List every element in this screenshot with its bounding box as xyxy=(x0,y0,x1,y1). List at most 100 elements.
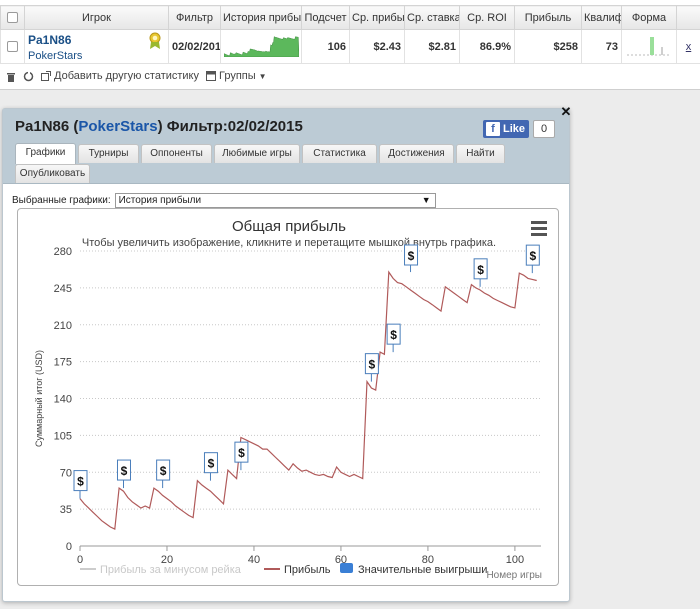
graph-selector-row: Выбранные графики: История прибыли ▼ xyxy=(12,193,436,208)
y-axis-label: Суммарный итог (USD) xyxy=(34,350,44,447)
y-tick-label: 175 xyxy=(54,357,72,369)
header-avg-roi[interactable]: Ср. ROI xyxy=(459,5,515,30)
y-tick-label: 105 xyxy=(54,430,72,442)
header-filter[interactable]: Фильтр xyxy=(168,5,221,30)
dropdown-arrow-icon: ▼ xyxy=(421,195,431,205)
big-win-flag[interactable]: $ xyxy=(203,452,218,481)
tab-achievements[interactable]: Достижения xyxy=(379,144,454,163)
big-win-flag[interactable]: $ xyxy=(525,244,540,274)
filter-cell: 02/02/2015 xyxy=(168,29,221,64)
groups-button[interactable]: Группы ▼ xyxy=(206,70,267,82)
legend-item-big-wins[interactable]: Значительные выигрыши xyxy=(340,563,487,576)
player-panel: Pa1N86 (PokerStars) Фильтр:02/02/2015 f … xyxy=(2,105,573,602)
chevron-down-icon: ▼ xyxy=(258,71,267,81)
avg-roi-cell: 86.9% xyxy=(459,29,515,64)
avg-stake-cell: $2.81 xyxy=(404,29,460,64)
x-tick-label: 100 xyxy=(506,554,524,566)
player-site-link[interactable]: PokerStars xyxy=(28,50,165,62)
add-stats-label: Добавить другую статистику xyxy=(54,70,199,82)
big-win-flag-label: $ xyxy=(160,464,167,478)
tab-tournaments[interactable]: Турниры xyxy=(78,144,139,163)
count-cell: 106 xyxy=(301,29,350,64)
y-tick-label: 210 xyxy=(54,320,72,332)
graph-select-value: История прибыли xyxy=(118,195,202,206)
facebook-icon: f xyxy=(486,122,500,136)
select-all-checkbox[interactable] xyxy=(7,12,18,24)
tab-statistics[interactable]: Статистика xyxy=(302,144,377,163)
facebook-like-button[interactable]: f Like xyxy=(483,120,529,138)
header-qualification[interactable]: Квалиф. xyxy=(581,5,622,30)
panel-filter-text: Фильтр:02/02/2015 xyxy=(166,118,303,135)
chart-subtitle: Чтобы увеличить изображение, кликните и … xyxy=(82,237,496,249)
groups-icon xyxy=(206,71,216,81)
big-win-flag[interactable]: $ xyxy=(386,323,401,353)
panel-title: Pa1N86 (PokerStars) Фильтр:02/02/2015 xyxy=(15,118,303,135)
legend-rake-label: Прибыль за минусом рейка xyxy=(100,564,242,576)
profit-history-sparkline[interactable] xyxy=(220,29,302,64)
graph-select-dropdown[interactable]: История прибыли ▼ xyxy=(114,193,436,208)
legend-item-rake[interactable]: Прибыль за минусом рейка xyxy=(80,564,242,576)
chart-title: Общая прибыль xyxy=(232,218,346,235)
add-stats-button[interactable]: Добавить другую статистику xyxy=(41,70,199,82)
header-form[interactable]: Форма xyxy=(621,5,677,30)
legend-item-profit[interactable]: Прибыль xyxy=(264,564,331,576)
big-win-flag[interactable]: $ xyxy=(404,244,419,273)
graph-selector-label: Выбранные графики: xyxy=(12,195,111,206)
tab-opponents[interactable]: Оппоненты xyxy=(141,144,212,163)
x-tick-label: 40 xyxy=(248,554,260,566)
big-win-flag[interactable]: $ xyxy=(364,353,379,382)
header-avg-profit[interactable]: Ср. прибыль xyxy=(349,5,405,30)
header-count[interactable]: Подсчет xyxy=(301,5,350,30)
big-win-flag-label: $ xyxy=(408,249,415,263)
qualification-cell: 73 xyxy=(581,29,622,64)
player-name-link[interactable]: Pa1N86 xyxy=(28,33,165,47)
trash-icon[interactable] xyxy=(6,71,16,82)
player-cell: Pa1N86 PokerStars xyxy=(24,29,169,64)
y-tick-label: 35 xyxy=(60,504,72,516)
avg-profit-cell: $2.43 xyxy=(349,29,405,64)
big-win-flag-label: $ xyxy=(477,263,484,277)
tab-favorite-games[interactable]: Любимые игры xyxy=(214,144,300,163)
panel-header: Pa1N86 (PokerStars) Фильтр:02/02/2015 f … xyxy=(3,109,569,184)
legend-big-wins-label: Значительные выигрыши xyxy=(358,564,487,576)
big-win-flag-label: $ xyxy=(529,249,536,263)
stats-toolbar: Добавить другую статистику Группы ▼ xyxy=(6,68,267,84)
y-tick-label: 245 xyxy=(54,283,72,295)
big-win-flag-label: $ xyxy=(208,457,215,471)
chart-legend: Прибыль за минусом рейка Прибыль Значитель… xyxy=(80,563,487,576)
select-all-header[interactable] xyxy=(0,5,25,30)
big-win-flag[interactable]: $ xyxy=(473,258,488,287)
header-profit-history[interactable]: История прибыли xyxy=(220,5,302,30)
profit-chart[interactable]: Общая прибыль Чтобы увеличить изображение… xyxy=(17,208,559,586)
row-checkbox[interactable] xyxy=(7,41,18,53)
big-win-flag-label: $ xyxy=(121,464,128,478)
big-win-flag[interactable]: $ xyxy=(73,470,88,499)
table-row: Pa1N86 PokerStars 02/02/2015 106 $2.43 $… xyxy=(0,29,700,64)
y-tick-label: 280 xyxy=(54,246,72,258)
header-profit[interactable]: Прибыль xyxy=(514,5,582,30)
big-win-flag[interactable]: $ xyxy=(116,459,131,489)
close-icon[interactable]: ✕ xyxy=(559,105,573,119)
y-tick-label: 140 xyxy=(54,394,72,406)
chart-menu-icon[interactable] xyxy=(531,221,547,239)
profit-cell: $258 xyxy=(514,29,582,64)
y-tick-label: 70 xyxy=(60,467,72,479)
refresh-icon[interactable] xyxy=(23,70,34,82)
big-win-flag-label: $ xyxy=(390,328,397,342)
form-cell xyxy=(621,29,677,64)
facebook-like-label: Like xyxy=(503,123,526,135)
header-blank xyxy=(676,5,700,30)
remove-row-link[interactable]: x xyxy=(676,29,700,64)
y-tick-label: 0 xyxy=(66,541,72,553)
tab-publish[interactable]: Опубликовать xyxy=(15,164,90,183)
header-avg-stake[interactable]: Ср. ставка xyxy=(404,5,460,30)
tab-search[interactable]: Найти xyxy=(456,144,505,163)
big-win-flag[interactable]: $ xyxy=(156,459,171,489)
panel-site-link[interactable]: PokerStars xyxy=(78,118,157,135)
row-select-cell[interactable] xyxy=(0,29,25,64)
tab-charts[interactable]: Графики xyxy=(15,143,76,164)
big-win-flag[interactable]: $ xyxy=(234,441,249,471)
chart-canvas[interactable]: Общая прибыль Чтобы увеличить изображение… xyxy=(18,209,559,586)
header-player[interactable]: Игрок xyxy=(24,5,169,30)
profit-series-line xyxy=(79,270,537,531)
